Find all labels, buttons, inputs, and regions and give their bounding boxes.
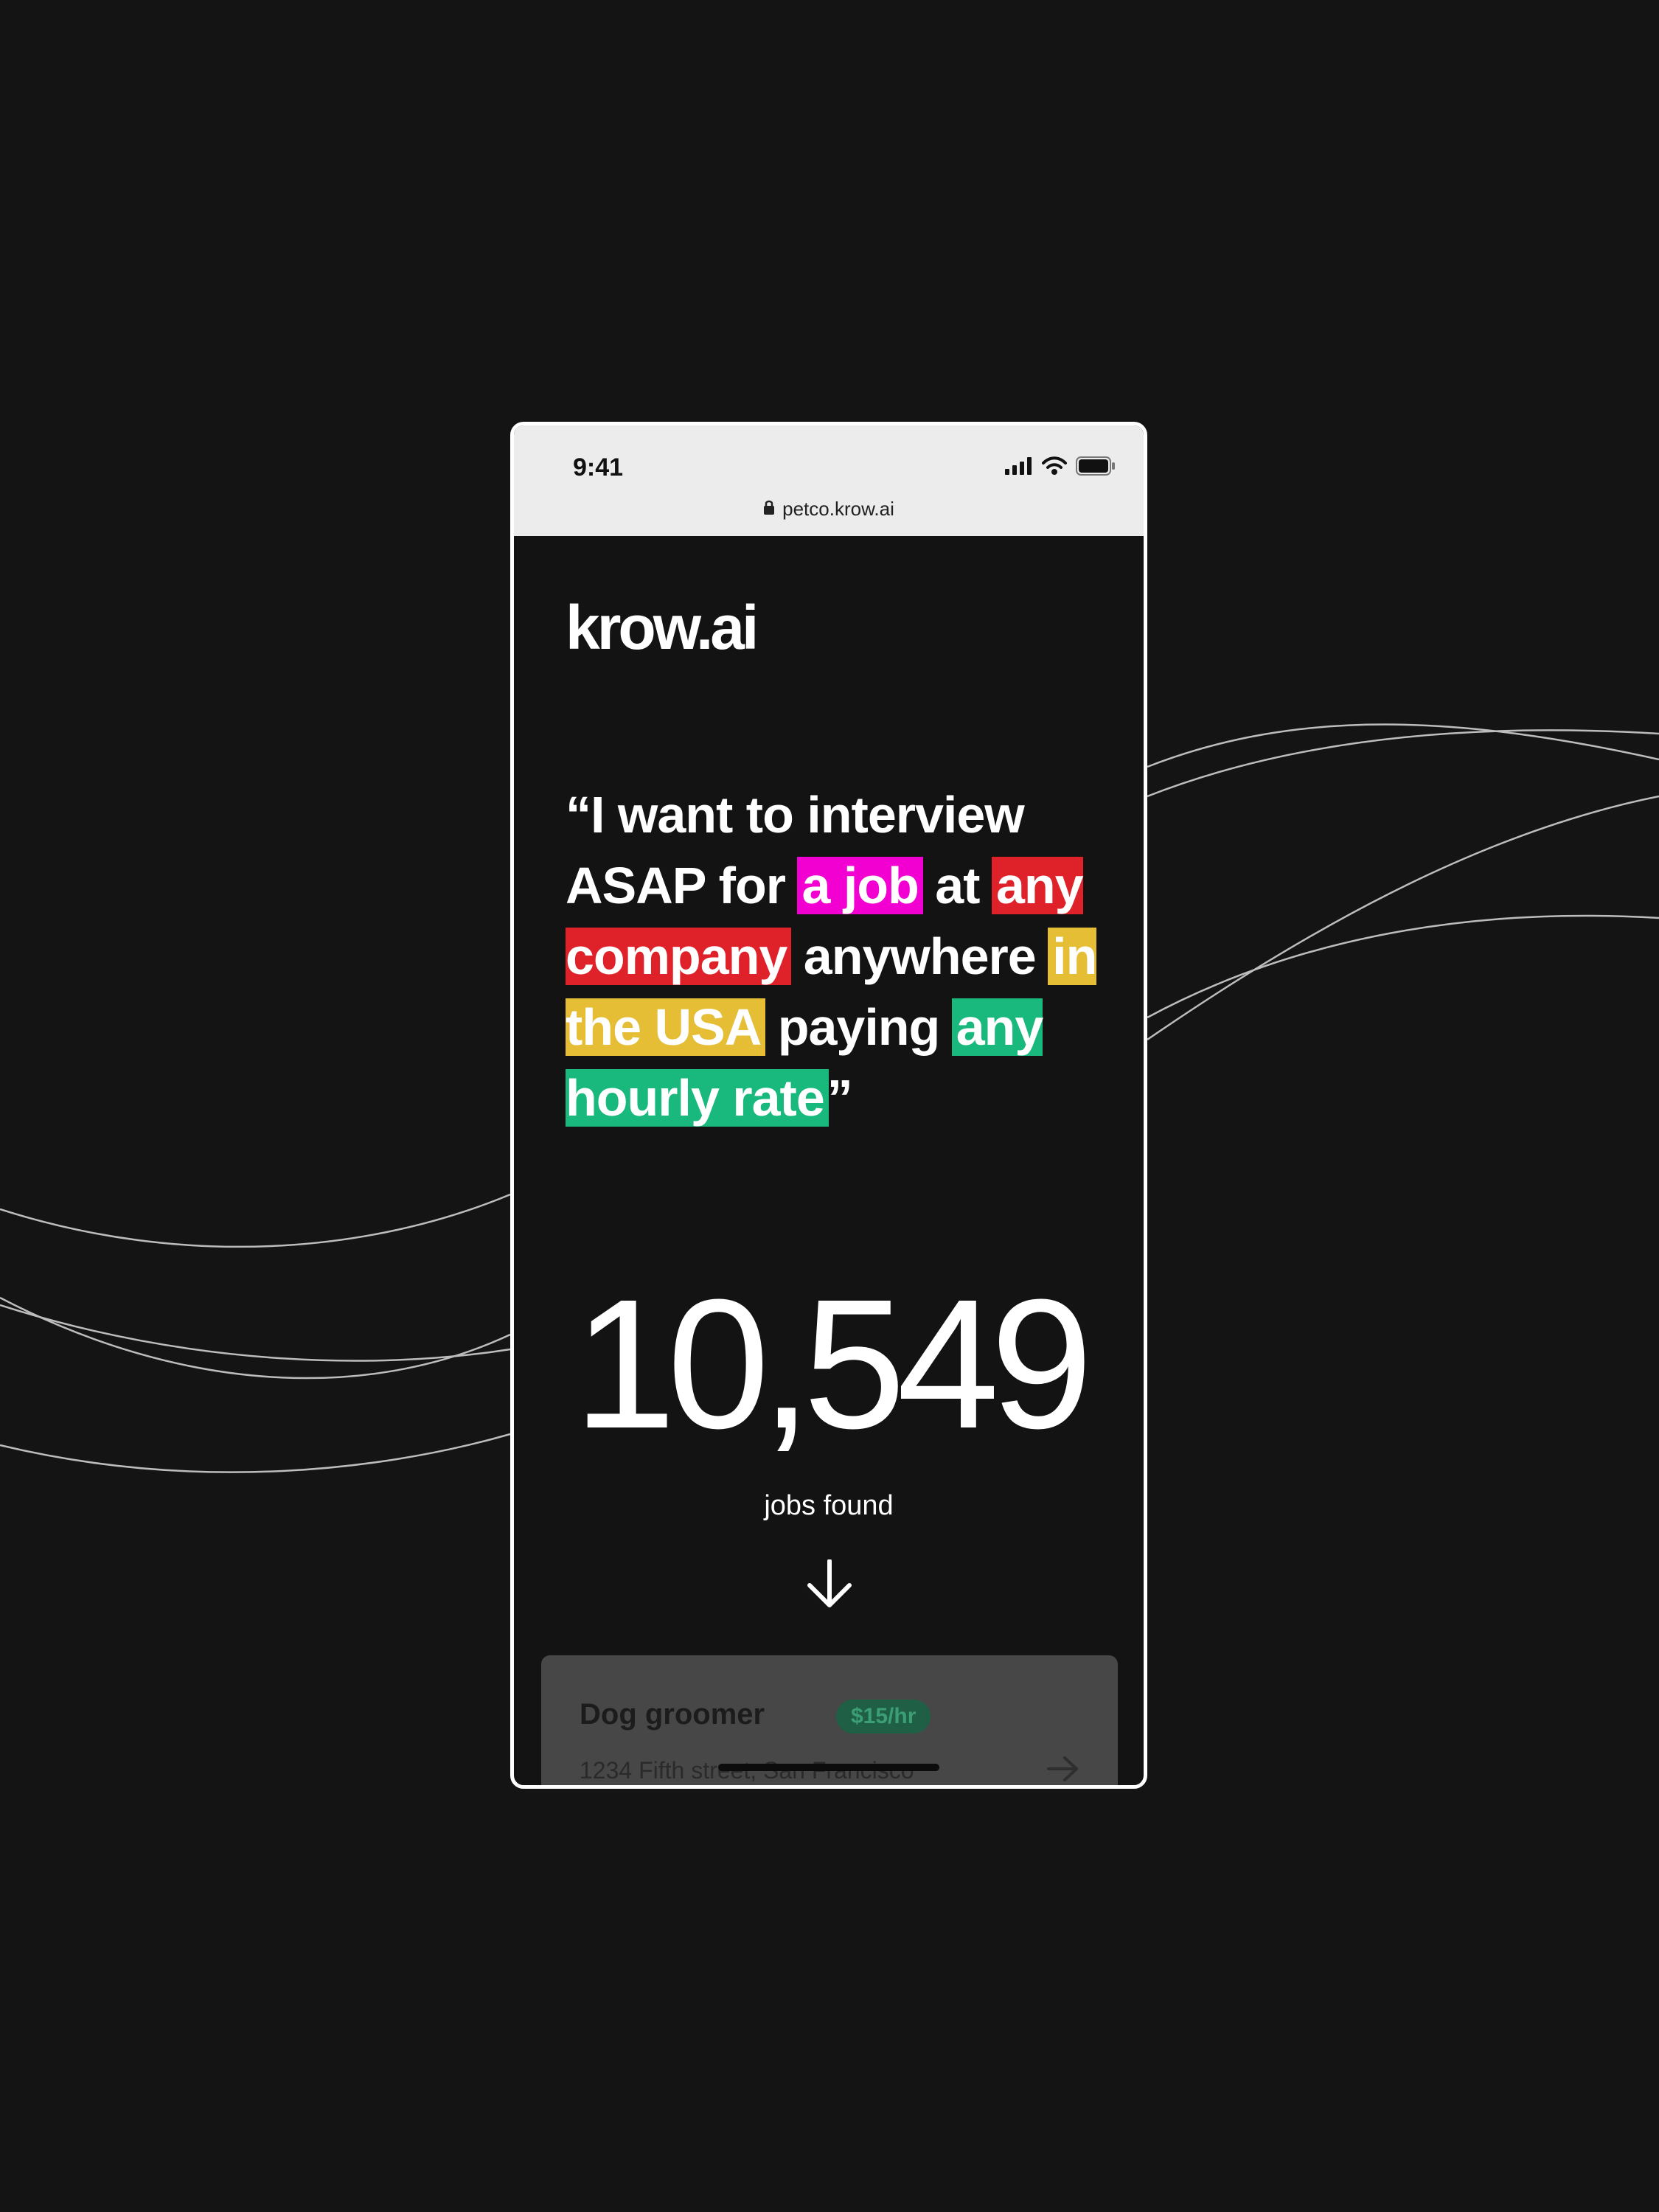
- query-job-highlight[interactable]: a job: [797, 857, 923, 914]
- home-indicator: [718, 1764, 939, 1771]
- query-text-at: at: [921, 857, 993, 914]
- jobs-count-label: jobs found: [764, 1490, 894, 1521]
- search-query-sentence: “I want to interview ASAP for a job at a…: [566, 779, 1111, 1133]
- arrow-right-icon[interactable]: [1047, 1756, 1079, 1785]
- address-url: petco.krow.ai: [782, 498, 894, 520]
- query-text-anywhere: anywhere: [790, 928, 1050, 985]
- krow-logo[interactable]: krow.ai: [566, 592, 759, 664]
- jobs-count: 10,549: [573, 1261, 1093, 1467]
- wifi-icon: [1042, 456, 1067, 479]
- signal-icon: [1005, 457, 1033, 478]
- arrow-down-icon[interactable]: [807, 1559, 852, 1611]
- lock-icon: [763, 498, 775, 521]
- status-time: 9:41: [573, 453, 624, 481]
- browser-status-bar: 9:41 petco.krow.ai: [514, 425, 1144, 536]
- query-close-quote: ”: [827, 1069, 853, 1127]
- address-bar[interactable]: petco.krow.ai: [514, 498, 1144, 522]
- status-icons: [1005, 456, 1116, 479]
- job-title: Dog groomer: [580, 1698, 765, 1731]
- job-rate-badge: $15/hr: [836, 1700, 931, 1733]
- phone-frame: 9:41 petco.krow.ai krow.ai “I want to in…: [510, 422, 1147, 1789]
- query-text-paying: paying: [764, 998, 953, 1056]
- battery-icon: [1076, 456, 1116, 479]
